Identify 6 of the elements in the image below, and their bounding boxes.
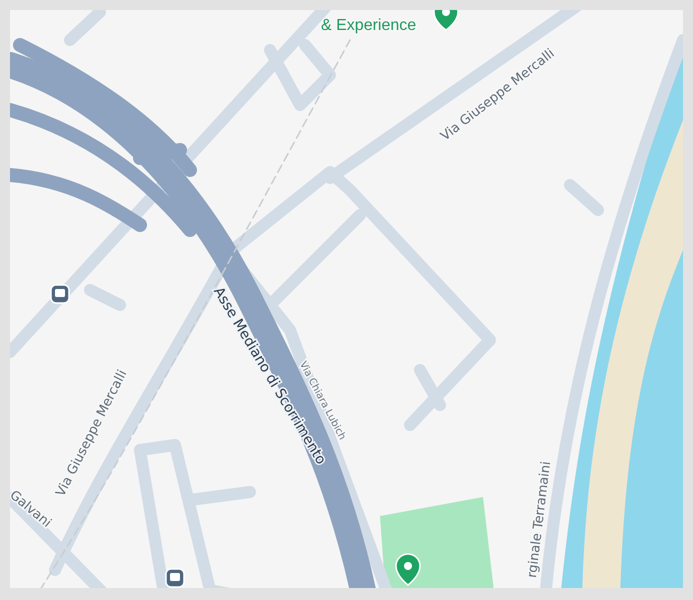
place-label: & Experience xyxy=(321,17,416,34)
map-pin-icon[interactable] xyxy=(395,553,421,586)
bus-stop-icon[interactable] xyxy=(50,284,70,304)
street-label: rginale Terramaini xyxy=(524,460,554,579)
bus-stop-icon[interactable] xyxy=(165,568,185,588)
map-pin-icon[interactable] xyxy=(433,10,459,31)
